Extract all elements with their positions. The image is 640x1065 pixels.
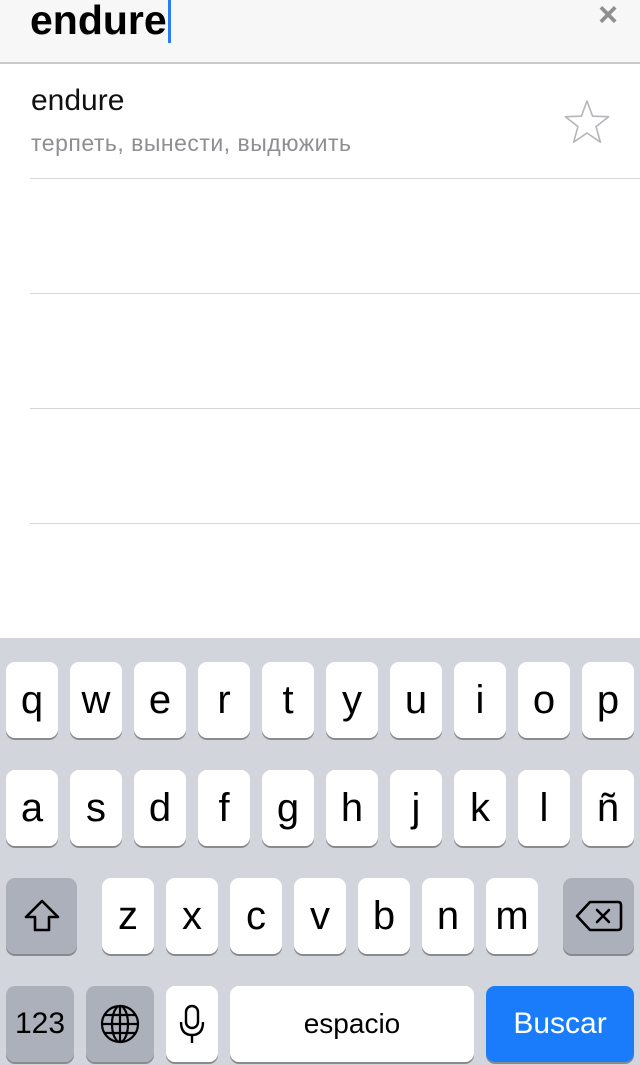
key-n-tilde[interactable]: ñ bbox=[582, 770, 634, 846]
search-bar: endure × bbox=[0, 0, 640, 64]
key-e[interactable]: e bbox=[134, 662, 186, 738]
clear-search-button[interactable]: × bbox=[594, 0, 622, 32]
key-t[interactable]: t bbox=[262, 662, 314, 738]
empty-list-row bbox=[30, 294, 640, 409]
key-o[interactable]: o bbox=[518, 662, 570, 738]
numbers-key[interactable]: 123 bbox=[6, 986, 74, 1062]
result-word: endure bbox=[31, 84, 125, 117]
key-r[interactable]: r bbox=[198, 662, 250, 738]
key-x[interactable]: x bbox=[166, 878, 218, 954]
favorite-star-button[interactable] bbox=[562, 97, 612, 147]
result-translation: терпеть, вынести, выдюжить bbox=[31, 130, 352, 156]
key-y[interactable]: y bbox=[326, 662, 378, 738]
key-k[interactable]: k bbox=[454, 770, 506, 846]
key-h[interactable]: h bbox=[326, 770, 378, 846]
space-key[interactable]: espacio bbox=[230, 986, 474, 1062]
shift-key[interactable] bbox=[6, 878, 77, 954]
search-query-text: endure bbox=[30, 0, 167, 43]
backspace-icon bbox=[575, 900, 622, 932]
key-j[interactable]: j bbox=[390, 770, 442, 846]
globe-icon bbox=[100, 1004, 140, 1044]
key-p[interactable]: p bbox=[582, 662, 634, 738]
key-a[interactable]: a bbox=[6, 770, 58, 846]
shift-icon bbox=[24, 899, 59, 932]
key-b[interactable]: b bbox=[358, 878, 410, 954]
x-icon: × bbox=[598, 0, 618, 34]
key-n[interactable]: n bbox=[422, 878, 474, 954]
result-row[interactable]: endure терпеть, вынести, выдюжить bbox=[30, 64, 640, 179]
search-input[interactable]: endure bbox=[30, 0, 171, 48]
key-f[interactable]: f bbox=[198, 770, 250, 846]
key-g[interactable]: g bbox=[262, 770, 314, 846]
microphone-icon bbox=[179, 1004, 205, 1043]
key-q[interactable]: q bbox=[6, 662, 58, 738]
empty-list-row bbox=[30, 179, 640, 294]
search-return-key[interactable]: Buscar bbox=[486, 986, 634, 1062]
empty-list-row bbox=[30, 409, 640, 524]
key-z[interactable]: z bbox=[102, 878, 154, 954]
key-s[interactable]: s bbox=[70, 770, 122, 846]
key-d[interactable]: d bbox=[134, 770, 186, 846]
key-m[interactable]: m bbox=[486, 878, 538, 954]
key-i[interactable]: i bbox=[454, 662, 506, 738]
dictation-key[interactable] bbox=[166, 986, 218, 1062]
keyboard: q w e r t y u i o p a s d f g h j k l ñ … bbox=[0, 638, 640, 1065]
key-c[interactable]: c bbox=[230, 878, 282, 954]
star-outline-icon bbox=[564, 100, 610, 144]
key-l[interactable]: l bbox=[518, 770, 570, 846]
backspace-key[interactable] bbox=[563, 878, 634, 954]
globe-key[interactable] bbox=[86, 986, 154, 1062]
key-v[interactable]: v bbox=[294, 878, 346, 954]
text-cursor bbox=[167, 0, 171, 43]
key-w[interactable]: w bbox=[70, 662, 122, 738]
key-u[interactable]: u bbox=[390, 662, 442, 738]
